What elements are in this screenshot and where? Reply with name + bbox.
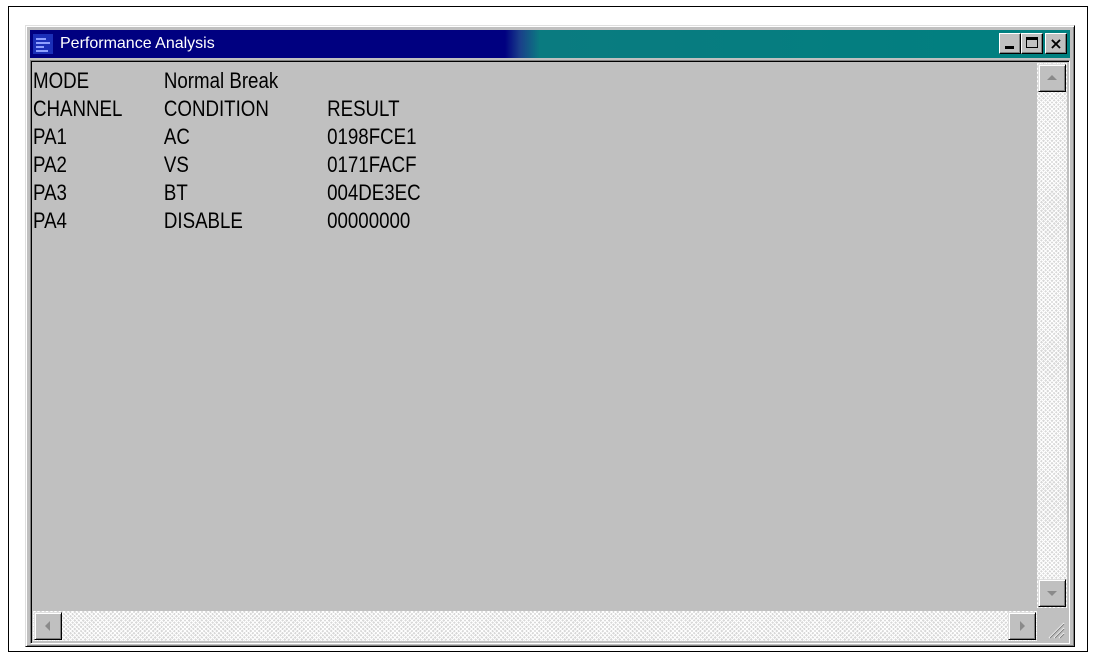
title-bar[interactable]: Performance Analysis × [30,30,1070,58]
scroll-down-button[interactable] [1038,579,1066,607]
arrow-down-icon [1047,591,1057,596]
result-cell: 0171FACF [327,152,417,177]
client-area: MODE Normal Break CHANNEL CONDITION RESU… [30,60,1070,644]
scroll-up-button[interactable] [1038,64,1066,92]
close-button[interactable]: × [1045,33,1067,54]
condition-cell: BT [163,180,188,205]
scroll-right-button[interactable] [1008,612,1036,640]
channel-cell: PA2 [33,152,67,177]
mode-label: MODE [33,68,90,93]
scroll-left-button[interactable] [34,612,62,640]
minimize-button[interactable] [999,33,1021,54]
arrow-up-icon [1047,75,1057,80]
mode-value: Normal Break [163,68,279,93]
minimize-icon [1005,46,1014,49]
maximize-icon [1026,37,1038,48]
condition-cell: VS [163,152,189,177]
horizontal-scrollbar[interactable] [33,611,1037,641]
analysis-content[interactable]: MODE Normal Break CHANNEL CONDITION RESU… [33,63,1037,608]
close-icon: × [1049,34,1063,53]
result-cell: 004DE3EC [327,180,421,205]
window-title: Performance Analysis [60,35,215,52]
result-cell: 00000000 [327,208,411,233]
condition-cell: DISABLE [163,208,243,233]
title-buttons: × [999,33,1067,54]
condition-cell: AC [163,124,190,149]
column-header-result: RESULT [327,96,400,121]
arrow-left-icon [45,621,50,631]
channel-cell: PA4 [33,208,67,233]
channel-cell: PA3 [33,180,67,205]
app-icon[interactable] [33,34,53,54]
resize-grip[interactable] [1037,611,1067,641]
maximize-button[interactable] [1021,33,1043,54]
vertical-scrollbar[interactable] [1037,63,1067,608]
result-cell: 0198FCE1 [327,124,417,149]
column-header-channel: CHANNEL [33,96,123,121]
channel-cell: PA1 [33,124,67,149]
column-header-condition: CONDITION [163,96,269,121]
performance-analysis-window: Performance Analysis × MODE Normal Break… [25,25,1075,647]
resize-grip-icon [1048,622,1065,639]
arrow-right-icon [1020,621,1025,631]
